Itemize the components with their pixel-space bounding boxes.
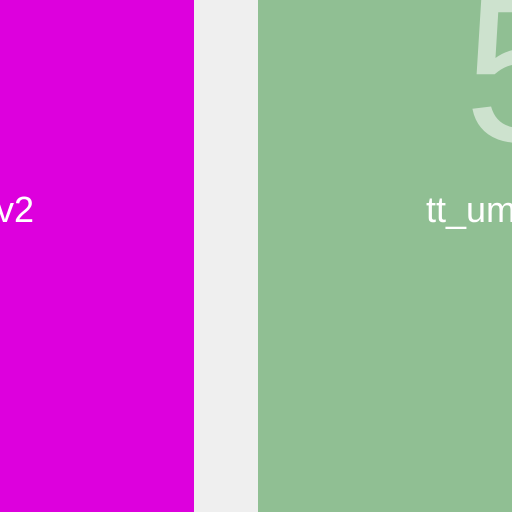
card-left-label: v2 [0,189,34,230]
card-right[interactable]: 5 tt_um [258,0,512,512]
card-left[interactable]: v2 [0,0,194,512]
card-gap [194,0,258,512]
card-right-digit: 5 [464,0,512,174]
card-right-label: tt_um [426,189,512,230]
carousel-viewport: v2 5 tt_um [0,0,512,512]
